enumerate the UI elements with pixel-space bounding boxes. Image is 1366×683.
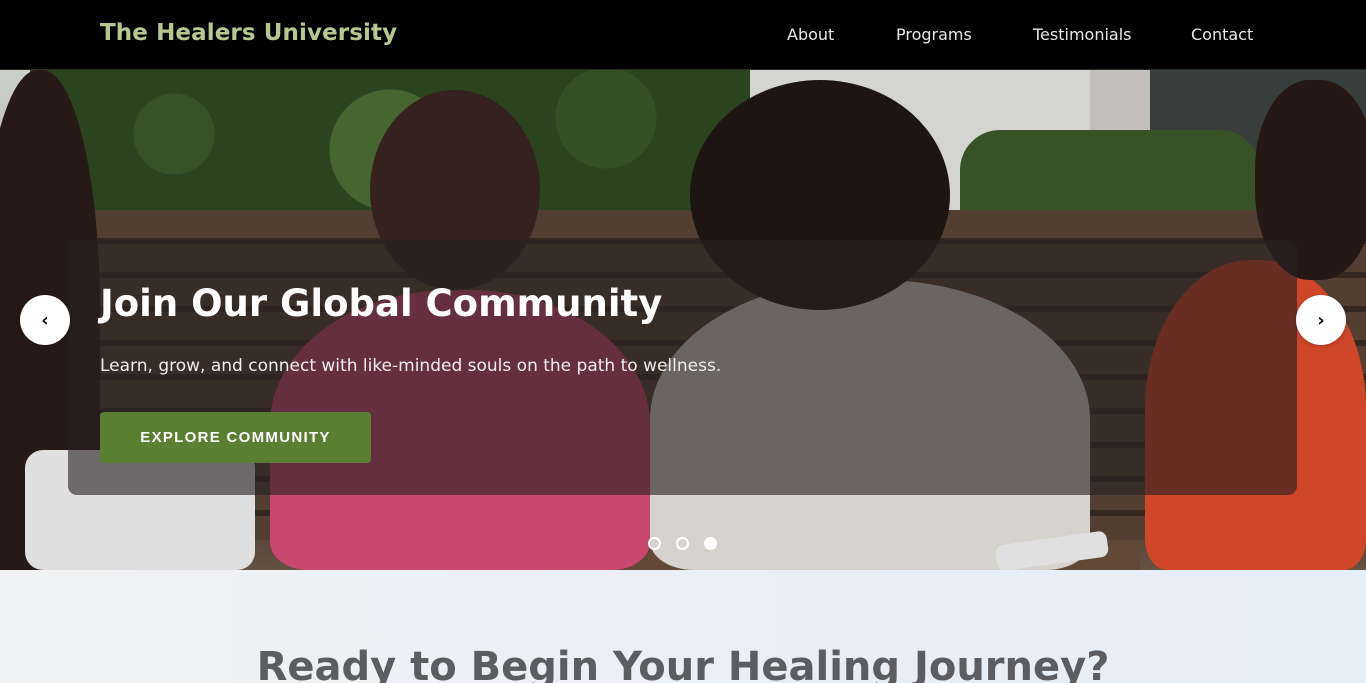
carousel-dot-1[interactable]: [648, 537, 661, 550]
nav-link-testimonials[interactable]: Testimonials: [1033, 25, 1132, 44]
slide-description: Learn, grow, and connect with like-minde…: [100, 356, 722, 376]
carousel-dot-2[interactable]: [676, 537, 689, 550]
hero-carousel: Join Our Global Community Learn, grow, a…: [0, 70, 1366, 570]
carousel-indicators: [648, 537, 728, 551]
chevron-right-icon: ›: [1317, 309, 1325, 331]
journey-cta-section: Ready to Begin Your Healing Journey?: [0, 570, 1366, 683]
top-navbar: The Healers University About Programs Te…: [0, 0, 1366, 70]
nav-link-about[interactable]: About: [787, 25, 834, 44]
carousel-next-button[interactable]: ›: [1296, 295, 1346, 345]
section-heading: Ready to Begin Your Healing Journey?: [256, 644, 1110, 683]
slide-title: Join Our Global Community: [100, 282, 663, 325]
carousel-prev-button[interactable]: ‹: [20, 295, 70, 345]
nav-link-contact[interactable]: Contact: [1191, 25, 1253, 44]
main-nav: About Programs Testimonials Contact: [0, 25, 1366, 47]
explore-community-button[interactable]: EXPLORE COMMUNITY: [100, 412, 371, 463]
carousel-dot-3[interactable]: [704, 537, 717, 550]
chevron-left-icon: ‹: [41, 309, 49, 331]
slide-caption: Join Our Global Community Learn, grow, a…: [68, 240, 1297, 495]
nav-link-programs[interactable]: Programs: [896, 25, 972, 44]
